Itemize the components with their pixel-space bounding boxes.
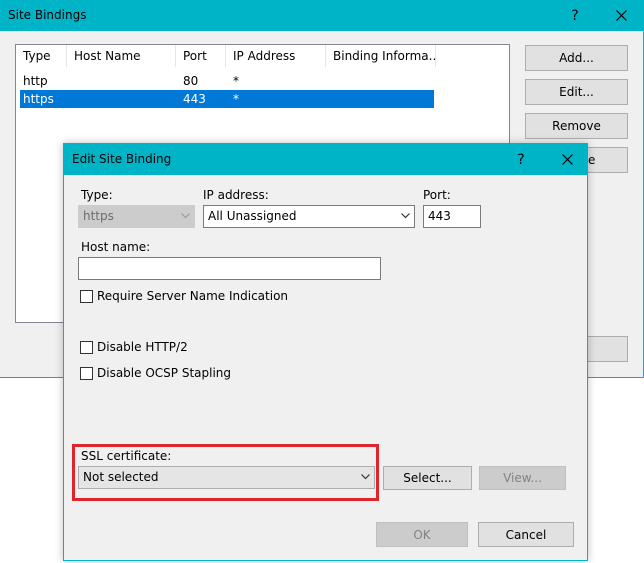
add-button[interactable]: Add...	[525, 45, 628, 71]
cell-type: https	[23, 92, 54, 106]
type-dropdown: https	[78, 205, 195, 228]
table-row[interactable]: http 80 *	[20, 72, 434, 90]
table-row[interactable]: https 443 *	[20, 90, 434, 108]
cell-ip: *	[233, 74, 239, 88]
http2-checkbox[interactable]	[80, 341, 93, 354]
help-button[interactable]: ?	[498, 144, 544, 175]
column-header-host-name[interactable]: Host Name	[67, 45, 176, 67]
sni-label[interactable]: Require Server Name Indication	[97, 289, 288, 303]
ok-button: OK	[376, 522, 468, 547]
close-button[interactable]	[544, 144, 590, 175]
edit-site-binding-dialog: Edit Site Binding ? Type: https IP addre…	[63, 143, 588, 561]
view-certificate-button: View...	[479, 466, 566, 490]
ssl-certificate-label: SSL certificate:	[81, 449, 172, 463]
ocsp-checkbox[interactable]	[80, 367, 93, 380]
type-label: Type:	[81, 188, 113, 202]
help-icon: ?	[571, 7, 579, 24]
help-icon: ?	[517, 151, 525, 168]
cell-port: 443	[183, 92, 206, 106]
port-input[interactable]: 443	[423, 205, 481, 228]
remove-button[interactable]: Remove	[525, 113, 628, 139]
port-value: 443	[428, 209, 451, 223]
close-button[interactable]	[598, 0, 644, 31]
ip-address-label: IP address:	[203, 188, 269, 202]
column-header-binding-info[interactable]: Binding Informa...	[326, 45, 436, 67]
cancel-button[interactable]: Cancel	[478, 522, 574, 547]
ssl-certificate-dropdown[interactable]: Not selected	[78, 466, 375, 489]
sni-checkbox[interactable]	[80, 290, 93, 303]
host-name-input[interactable]	[78, 257, 381, 280]
host-name-label: Host name:	[81, 240, 151, 254]
close-icon	[615, 10, 627, 21]
chevron-down-icon	[181, 213, 190, 219]
chevron-down-icon	[361, 474, 370, 480]
column-header-ip-address[interactable]: IP Address	[226, 45, 326, 67]
edit-binding-titlebar[interactable]: Edit Site Binding ?	[64, 144, 587, 175]
ip-address-dropdown[interactable]: All Unassigned	[203, 205, 415, 228]
help-button[interactable]: ?	[552, 0, 598, 31]
cell-ip: *	[233, 92, 239, 106]
close-icon	[561, 154, 573, 165]
site-bindings-title: Site Bindings	[8, 8, 87, 22]
port-label: Port:	[423, 188, 451, 202]
http2-label[interactable]: Disable HTTP/2	[97, 340, 188, 354]
edit-button[interactable]: Edit...	[525, 79, 628, 105]
ocsp-label[interactable]: Disable OCSP Stapling	[97, 366, 231, 380]
ssl-certificate-value: Not selected	[83, 470, 159, 484]
chevron-down-icon	[401, 213, 410, 219]
edit-binding-title: Edit Site Binding	[72, 152, 172, 166]
cell-type: http	[23, 74, 48, 88]
type-value: https	[83, 209, 114, 223]
site-bindings-titlebar[interactable]: Site Bindings ?	[0, 0, 643, 31]
column-header-port[interactable]: Port	[176, 45, 226, 67]
ip-address-value: All Unassigned	[208, 209, 297, 223]
cell-port: 80	[183, 74, 199, 88]
column-header-type[interactable]: Type	[16, 45, 67, 67]
select-certificate-button[interactable]: Select...	[383, 466, 472, 490]
